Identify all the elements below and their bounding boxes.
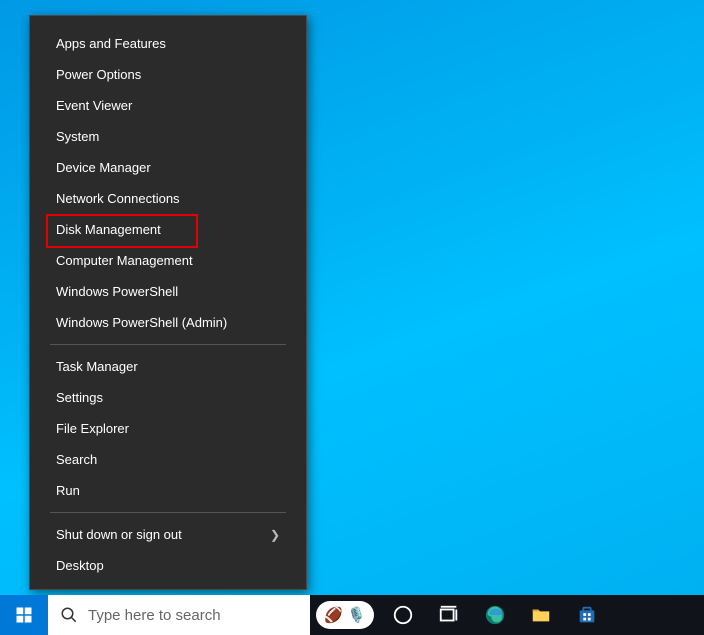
menu-item-search[interactable]: Search bbox=[30, 444, 306, 475]
menu-item-label: Run bbox=[56, 483, 80, 498]
circle-icon bbox=[392, 604, 414, 626]
menu-item-label: Search bbox=[56, 452, 97, 467]
taskbar-app-edge[interactable] bbox=[472, 595, 518, 635]
edge-icon bbox=[484, 604, 506, 626]
search-icon bbox=[60, 606, 78, 624]
menu-item-label: Disk Management bbox=[56, 222, 161, 237]
menu-item-label: Device Manager bbox=[56, 160, 151, 175]
store-icon bbox=[576, 604, 598, 626]
menu-item-label: File Explorer bbox=[56, 421, 129, 436]
menu-item-label: Power Options bbox=[56, 67, 141, 82]
menu-item-settings[interactable]: Settings bbox=[30, 382, 306, 413]
menu-separator bbox=[50, 512, 286, 513]
microphone-icon: 🎙️ bbox=[347, 606, 366, 624]
menu-item-task-manager[interactable]: Task Manager bbox=[30, 351, 306, 382]
menu-item-label: Desktop bbox=[56, 558, 104, 573]
menu-item-file-explorer[interactable]: File Explorer bbox=[30, 413, 306, 444]
search-highlights-pill[interactable]: 🏈 🎙️ bbox=[314, 595, 374, 635]
folder-icon bbox=[530, 604, 552, 626]
football-icon: 🏈 bbox=[324, 606, 343, 624]
menu-item-event-viewer[interactable]: Event Viewer bbox=[30, 90, 306, 121]
taskbar-pinned-icons bbox=[380, 595, 610, 635]
menu-item-label: Event Viewer bbox=[56, 98, 132, 113]
menu-item-label: System bbox=[56, 129, 99, 144]
menu-item-computer-management[interactable]: Computer Management bbox=[30, 245, 306, 276]
menu-item-system[interactable]: System bbox=[30, 121, 306, 152]
menu-item-windows-powershell-admin[interactable]: Windows PowerShell (Admin) bbox=[30, 307, 306, 338]
menu-item-windows-powershell[interactable]: Windows PowerShell bbox=[30, 276, 306, 307]
menu-item-power-options[interactable]: Power Options bbox=[30, 59, 306, 90]
windows-logo-icon bbox=[15, 606, 33, 624]
menu-item-label: Settings bbox=[56, 390, 103, 405]
taskbar-app-file-explorer[interactable] bbox=[518, 595, 564, 635]
search-input[interactable] bbox=[88, 607, 298, 624]
menu-item-disk-management-highlighted: Disk Management bbox=[30, 214, 306, 245]
menu-item-label: Windows PowerShell (Admin) bbox=[56, 315, 227, 330]
cortana-button[interactable] bbox=[380, 595, 426, 635]
menu-item-label: Apps and Features bbox=[56, 36, 166, 51]
menu-item-label: Computer Management bbox=[56, 253, 193, 268]
chevron-right-icon: ❯ bbox=[270, 528, 280, 542]
menu-item-apps-and-features[interactable]: Apps and Features bbox=[30, 28, 306, 59]
menu-item-label: Windows PowerShell bbox=[56, 284, 178, 299]
menu-item-desktop[interactable]: Desktop bbox=[30, 550, 306, 581]
winx-context-menu: Apps and Features Power Options Event Vi… bbox=[29, 15, 307, 590]
taskbar-app-microsoft-store[interactable] bbox=[564, 595, 610, 635]
menu-item-network-connections[interactable]: Network Connections bbox=[30, 183, 306, 214]
taskbar-search-box[interactable] bbox=[48, 595, 310, 635]
menu-item-label: Task Manager bbox=[56, 359, 138, 374]
menu-item-shut-down-or-sign-out[interactable]: Shut down or sign out ❯ bbox=[30, 519, 306, 550]
menu-separator bbox=[50, 344, 286, 345]
taskbar: 🏈 🎙️ bbox=[0, 595, 704, 635]
menu-item-device-manager[interactable]: Device Manager bbox=[30, 152, 306, 183]
task-view-icon bbox=[438, 604, 460, 626]
task-view-button[interactable] bbox=[426, 595, 472, 635]
menu-item-disk-management[interactable]: Disk Management bbox=[30, 214, 306, 245]
menu-item-run[interactable]: Run bbox=[30, 475, 306, 506]
start-button[interactable] bbox=[0, 595, 48, 635]
desktop-background: Apps and Features Power Options Event Vi… bbox=[0, 0, 704, 635]
menu-item-label: Shut down or sign out bbox=[56, 527, 182, 542]
menu-item-label: Network Connections bbox=[56, 191, 180, 206]
